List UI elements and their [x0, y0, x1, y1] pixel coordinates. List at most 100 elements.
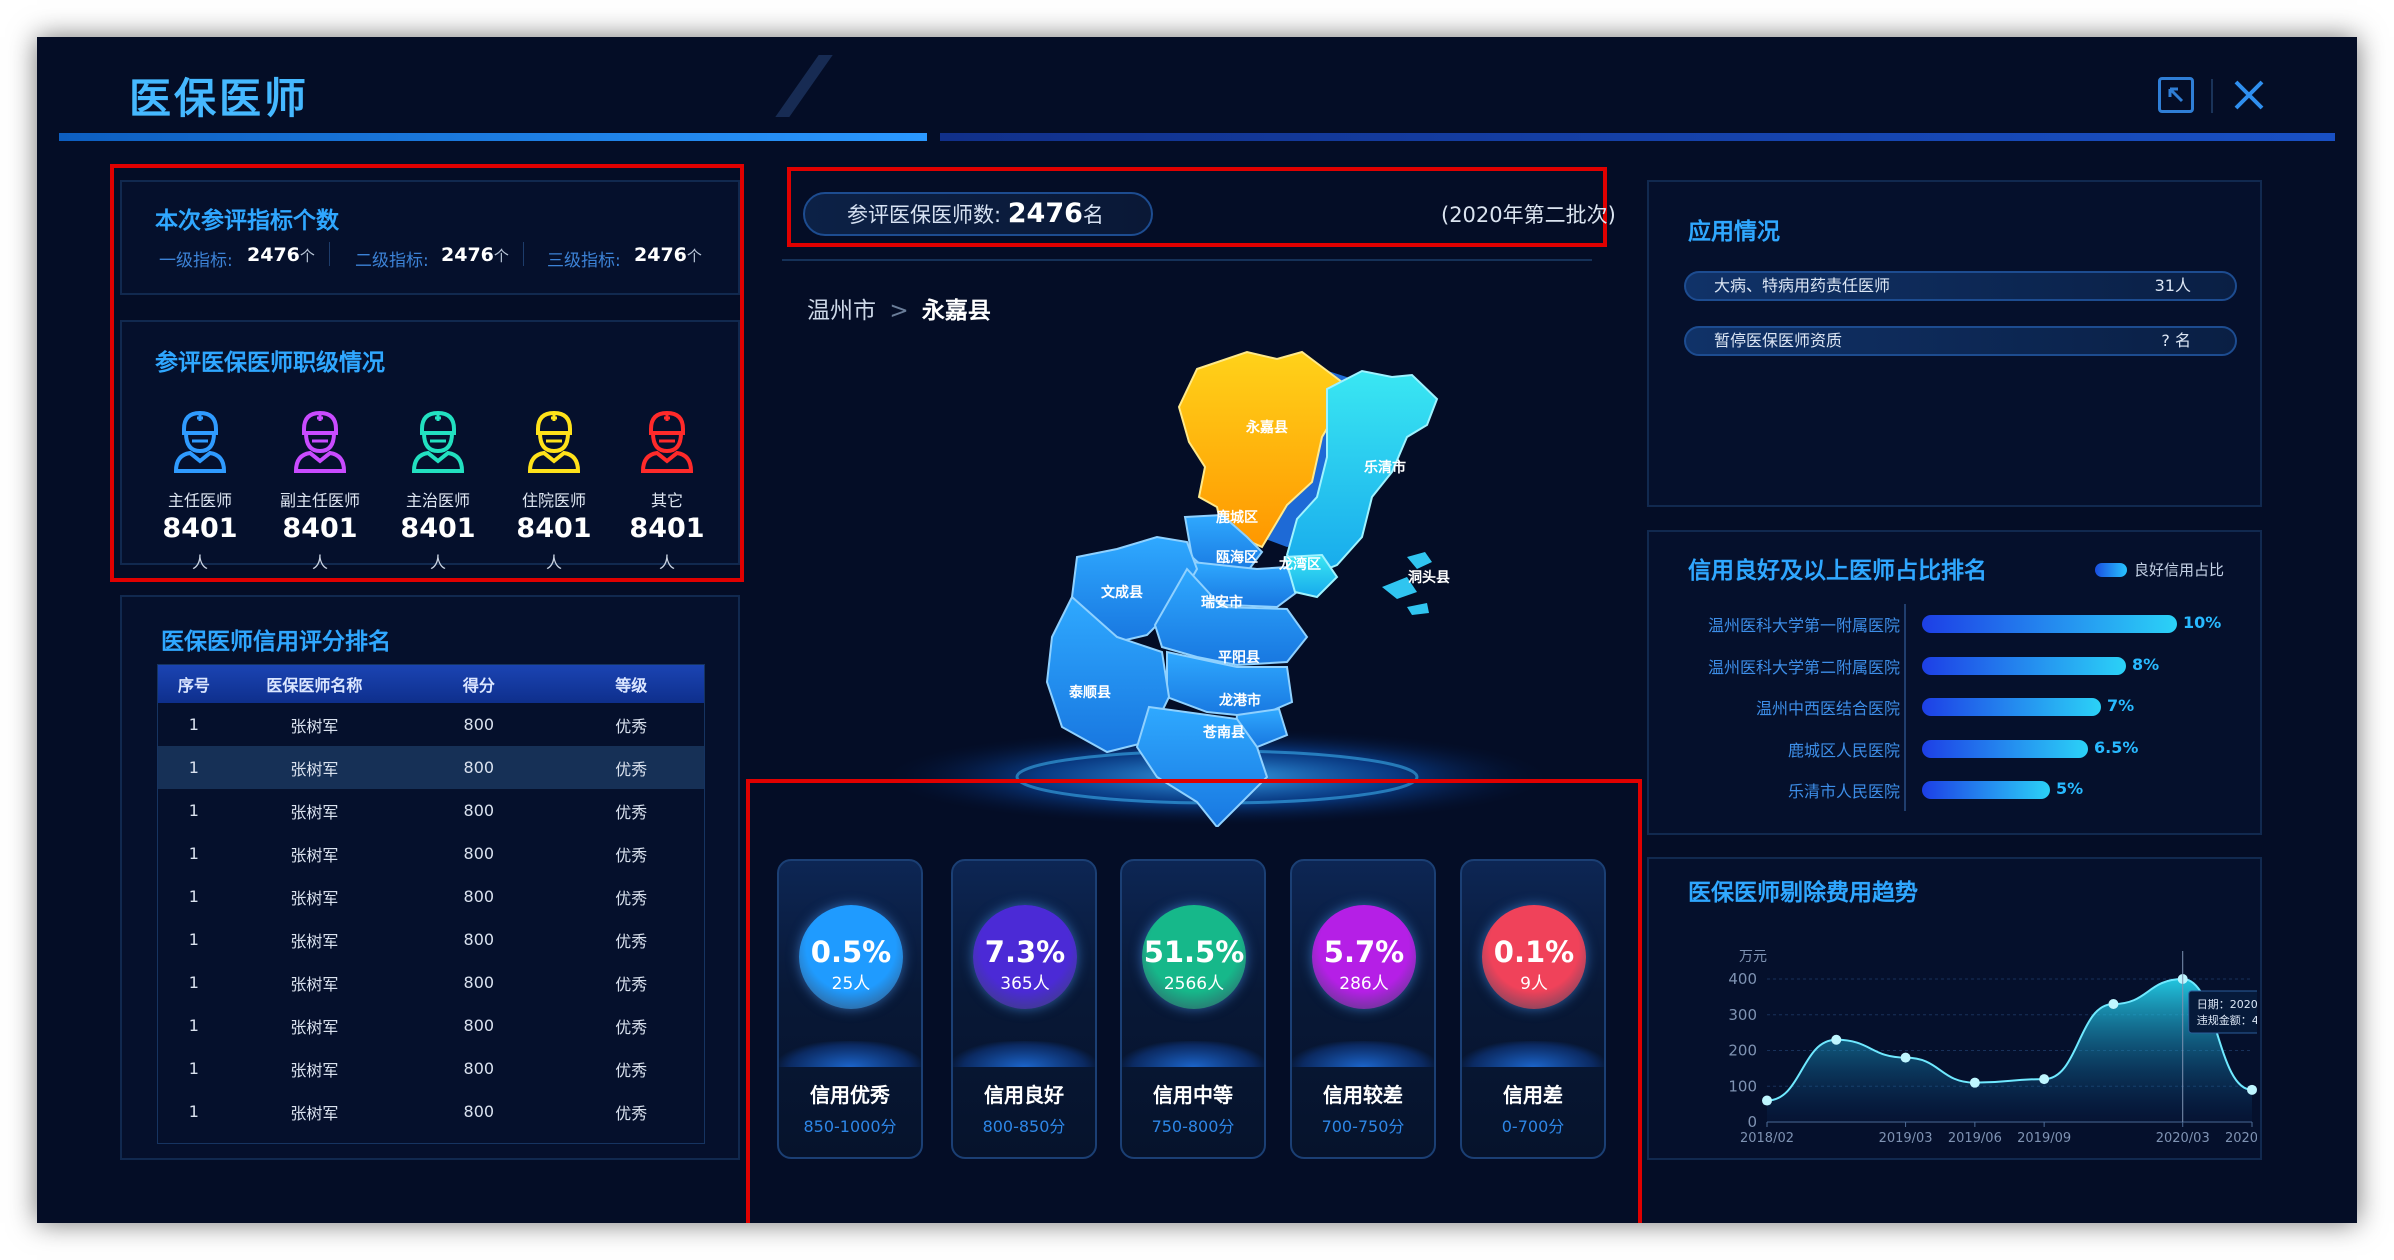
data-point[interactable]	[1762, 1095, 1772, 1106]
bar	[1922, 656, 2126, 675]
table-cell: 800	[463, 1102, 495, 1121]
x-tick-label: 2020/06	[2225, 1131, 2257, 1146]
table-cell: 1	[188, 758, 199, 777]
credit-level-range: 750-800分	[1151, 1117, 1235, 1136]
application-title: 应用情况	[1688, 219, 1780, 245]
application-item[interactable]: 暂停医保医师资质? 名	[1684, 326, 2237, 356]
doctor-count-pill: 参评医保医师数: 2476名	[803, 192, 1153, 236]
card-base-glow	[953, 1041, 1095, 1067]
data-point[interactable]	[1900, 1052, 1911, 1063]
data-point[interactable]	[2247, 1084, 2257, 1095]
title-bar: 医保医师	[37, 37, 2357, 145]
map-label: 瑞安市	[1201, 594, 1243, 611]
credit-level-circle: 7.3% 365人	[973, 905, 1077, 1009]
credit-level-percent: 0.1%	[1493, 935, 1575, 969]
table-cell: 1	[188, 1059, 199, 1078]
bar-label: 鹿城区人民医院	[1787, 740, 1900, 760]
fee-trend-title: 医保医师剔除费用趋势	[1688, 880, 1918, 906]
close-icon	[2234, 80, 2264, 110]
credit-level-percent: 51.5%	[1143, 935, 1245, 969]
table-cell: 1	[188, 844, 199, 863]
card-base-glow	[1462, 1041, 1604, 1067]
table-cell: 优秀	[615, 759, 648, 779]
table-cell: 1	[188, 1016, 199, 1035]
credit-level-percent: 5.7%	[1323, 935, 1405, 969]
bar-label: 乐清市人民医院	[1787, 782, 1900, 801]
credit-level-circle: 0.5% 25人	[799, 905, 903, 1009]
table-cell: 800	[463, 715, 495, 734]
bar-label: 温州中西医结合医院	[1755, 699, 1900, 718]
title-underline	[59, 133, 927, 141]
axis-line	[1904, 604, 1906, 811]
credit-level-range: 800-850分	[982, 1117, 1066, 1136]
credit-level-card[interactable]: 0.1% 9人 信用差 0-700分	[1460, 859, 1606, 1159]
title-decoration	[775, 55, 833, 117]
map-label: 文成县	[1101, 584, 1143, 601]
table-cell: 优秀	[615, 716, 648, 736]
table-cell: 优秀	[615, 802, 648, 822]
table-header: 序号 医保医师名称 得分 等级	[158, 665, 704, 703]
table-cell: 1	[188, 887, 199, 906]
table-cell: 1	[188, 715, 199, 734]
credit-level-card[interactable]: 0.5% 25人 信用优秀 850-1000分	[777, 859, 923, 1159]
table-row[interactable]: 1 张树军 800 优秀	[158, 1004, 704, 1047]
tooltip-amount: 违规金额：400万元	[2197, 1013, 2257, 1027]
x-tick-label: 2019/03	[1879, 1131, 1933, 1146]
table-cell: 张树军	[290, 888, 339, 908]
table-cell: 800	[463, 758, 495, 777]
divider	[782, 259, 1592, 261]
credit-level-card[interactable]: 7.3% 365人 信用良好 800-850分	[951, 859, 1097, 1159]
table-row[interactable]: 1 张树军 800 优秀	[158, 703, 704, 746]
table-cell: 800	[463, 973, 495, 992]
map-label: 龙港市	[1218, 692, 1261, 709]
table-cell: 优秀	[615, 888, 648, 908]
table-row[interactable]: 1 张树军 800 优秀	[158, 1047, 704, 1090]
table-row[interactable]: 1 张树军 800 优秀	[158, 832, 704, 875]
title-separator	[2211, 79, 2213, 113]
table-cell: 800	[463, 1016, 495, 1035]
credit-level-range: 850-1000分	[803, 1117, 897, 1136]
table-cell: 张树军	[290, 974, 339, 994]
credit-level-card[interactable]: 5.7% 286人 信用较差 700-750分	[1290, 859, 1436, 1159]
bar	[1922, 739, 2088, 758]
restore-icon	[2168, 87, 2184, 103]
credit-level-name: 信用差	[1503, 1083, 1563, 1107]
table-row[interactable]: 1 张树军 800 优秀	[158, 789, 704, 832]
table-cell: 1	[188, 801, 199, 820]
data-point[interactable]	[2039, 1074, 2050, 1085]
bar-value: 8%	[2132, 654, 2160, 674]
table-cell: 800	[463, 930, 495, 949]
data-point[interactable]	[1969, 1077, 1980, 1088]
highlight-box	[110, 164, 744, 582]
map-label: 苍南县	[1202, 724, 1245, 741]
column-header: 得分	[462, 676, 495, 695]
region-map: 永嘉县 乐清市 鹿城区 瓯海区 龙湾区 洞头县 文成县 瑞安市 平阳县 泰顺县 …	[887, 350, 1547, 827]
table-row[interactable]: 1 张树军 800 优秀	[158, 1090, 704, 1133]
credit-level-range: 700-750分	[1321, 1117, 1405, 1136]
fee-trend-chart: 万元 0 100 200 300 400 日期：2020-03 违规金额：400万元 2018/…	[1728, 949, 2257, 1146]
data-point[interactable]	[1831, 1034, 1842, 1045]
table-cell: 张树军	[290, 759, 339, 779]
bar-value: 10%	[2183, 613, 2222, 632]
dialog-window: 医保医师 本次参评指标个数 一级指标: 2476个 二级指标: 2476个 三级…	[37, 37, 2357, 1223]
table-row[interactable]: 1 张树军 800 优秀	[158, 746, 704, 789]
data-point[interactable]	[2108, 999, 2119, 1010]
credit-level-card[interactable]: 51.5% 2566人 信用中等 750-800分	[1120, 859, 1266, 1159]
map-label: 洞头县	[1408, 569, 1450, 586]
credit-level-name: 信用良好	[984, 1083, 1064, 1107]
card-base-glow	[1122, 1041, 1264, 1067]
x-tick-label: 2020/03	[2156, 1131, 2210, 1146]
table-row[interactable]: 1 张树军 800 优秀	[158, 918, 704, 961]
x-tick-label: 2019/06	[1948, 1131, 2002, 1146]
credit-level-name: 信用中等	[1153, 1083, 1233, 1107]
table-cell: 优秀	[615, 1060, 648, 1080]
table-cell: 800	[463, 801, 495, 820]
map-label: 龙湾区	[1278, 556, 1321, 573]
table-cell: 1	[188, 973, 199, 992]
close-button[interactable]	[2229, 75, 2269, 115]
restore-window-button[interactable]	[2158, 77, 2194, 113]
table-row[interactable]: 1 张树军 800 优秀	[158, 875, 704, 918]
application-item[interactable]: 大病、特病用药责任医师 31人	[1684, 271, 2237, 301]
table-cell: 张树军	[290, 931, 339, 951]
table-row[interactable]: 1 张树军 800 优秀	[158, 961, 704, 1004]
